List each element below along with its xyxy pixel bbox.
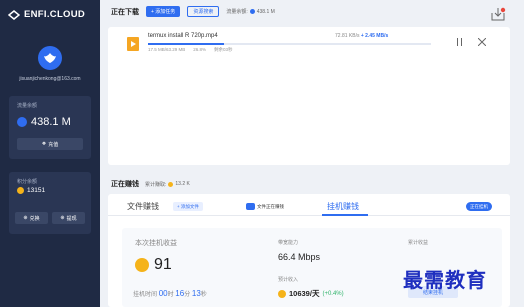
cloud-logo-icon: [8, 9, 20, 20]
daily-income: 10639/天 (+0.4%): [278, 288, 344, 299]
traffic-balance-panel: 流量余额 438.1 M ❖ 充值: [9, 96, 91, 159]
balance-label: 流量余额: [17, 103, 38, 109]
close-icon[interactable]: [478, 38, 486, 46]
cumulative-earned: 累计赚取: 13.2 K: [145, 181, 190, 188]
exchange-button[interactable]: ⊕ 兑换: [15, 212, 48, 224]
minutes-unit: 分: [184, 292, 191, 298]
file-sharing-chip: 文件正在赚钱: [246, 202, 284, 211]
recharge-button[interactable]: ❖ 充值: [17, 138, 83, 150]
task-progress-fill: [148, 43, 224, 45]
daily-coin-icon: [278, 289, 286, 298]
task-meta: 17.5 MB/63.29 MB 26.8% 剩余03秒: [148, 47, 233, 53]
daily-income-rate: (+0.4%): [322, 290, 344, 297]
task-size: 17.5 MB/63.29 MB: [148, 47, 186, 52]
cumulative-label: 累计赚取:: [145, 181, 167, 188]
seconds-unit: 秒: [200, 292, 207, 298]
task-speed: 72.81 KB/s + 2.45 MB/s: [335, 33, 388, 39]
upload-speed: + 2.45 MB/s: [360, 33, 389, 39]
task-percent: 26.8%: [193, 47, 207, 52]
cumulative-income-label: 累计收益: [408, 240, 429, 246]
add-file-button[interactable]: + 添加文件: [173, 202, 203, 211]
recharge-label: 充值: [48, 141, 59, 148]
file-sharing-label: 文件正在赚钱: [257, 203, 284, 209]
daily-income-label: 预计收入: [278, 277, 299, 283]
quota-label: 流量余额:: [226, 9, 248, 15]
this-income-value: 91: [154, 256, 172, 273]
tab-file-earning[interactable]: 文件赚钱: [127, 201, 159, 212]
sidebar: ENFI.CLOUD jisuanjichenkong@163.com 流量余额…: [0, 0, 100, 307]
quota-coin-icon: [249, 9, 255, 14]
active-tab-underline: [322, 214, 368, 216]
hours-value: 00: [158, 289, 168, 298]
exchange-label: 兑换: [29, 215, 40, 222]
download-speed: 72.81 KB/s: [335, 33, 360, 39]
daily-income-value: 10639/天: [289, 289, 320, 298]
download-title: 正在下载: [111, 8, 139, 16]
bandwidth-label: 带宽能力: [278, 240, 299, 246]
avatar[interactable]: [38, 46, 62, 70]
balance-row: 438.1 M: [17, 116, 71, 128]
points-row: 13151: [17, 187, 45, 194]
traffic-coin-icon: [17, 117, 27, 127]
income-coin-icon: [135, 258, 149, 272]
add-task-button[interactable]: + 添加任务: [146, 6, 181, 17]
task-progress-bar: [148, 43, 431, 45]
download-box-icon[interactable]: [490, 7, 506, 21]
sharing-chip-icon: [246, 203, 255, 210]
hangup-status-badge: 正在挂机: [466, 202, 492, 211]
user-avatar-icon: [44, 53, 56, 63]
video-file-icon: [127, 37, 139, 51]
bandwidth-value: 66.4 Mbps: [278, 252, 321, 262]
withdraw-button[interactable]: ⊕ 提现: [52, 212, 85, 224]
earned-coin-icon: [168, 181, 174, 187]
cumulative-value: 13.2 K: [175, 181, 190, 187]
recharge-icon: ❖: [41, 141, 47, 147]
earning-title: 正在赚钱: [111, 181, 139, 188]
seconds-value: 13: [191, 289, 201, 298]
withdraw-icon: ⊕: [60, 215, 65, 221]
task-status: 剩余03秒: [214, 47, 233, 52]
this-income-label: 本次挂机收益: [135, 240, 177, 247]
hangup-timer: 挂机时间 00时 16分 13秒: [133, 289, 207, 298]
resource-search-button[interactable]: 资源搜索: [187, 6, 220, 17]
watermark-text: 最需教育: [403, 268, 487, 292]
balance-value: 438.1 M: [31, 116, 71, 128]
points-coin-icon: [17, 187, 24, 194]
exchange-icon: ⊕: [23, 215, 28, 221]
hours-unit: 时: [167, 292, 174, 298]
task-filename: termux install R 720p.mp4: [148, 33, 218, 39]
earning-tabs: 文件赚钱 挂机赚钱: [108, 194, 510, 216]
earning-header: 正在赚钱 累计赚取: 13.2 K: [111, 179, 190, 189]
points-panel: 积分余额 13151 ⊕ 兑换 ⊕ 提现: [9, 172, 91, 234]
download-header: 正在下载 + 添加任务 资源搜索 流量余额: 438.1 M: [111, 6, 275, 17]
user-email: jisuanjichenkong@163.com: [19, 76, 81, 82]
tab-hangup-earning[interactable]: 挂机赚钱: [327, 201, 359, 212]
pause-icon[interactable]: [456, 38, 463, 46]
quota-value: 438.1 M: [256, 8, 275, 15]
quota-display: 流量余额: 438.1 M: [226, 8, 275, 16]
withdraw-label: 提现: [66, 215, 77, 222]
app-logo: ENFI.CLOUD: [8, 9, 85, 20]
points-label: 积分余额: [17, 179, 38, 185]
minutes-value: 16: [175, 289, 185, 298]
points-value: 13151: [27, 187, 46, 194]
logo-text: ENFI.CLOUD: [24, 9, 86, 20]
duration-label: 挂机时间: [133, 292, 158, 298]
